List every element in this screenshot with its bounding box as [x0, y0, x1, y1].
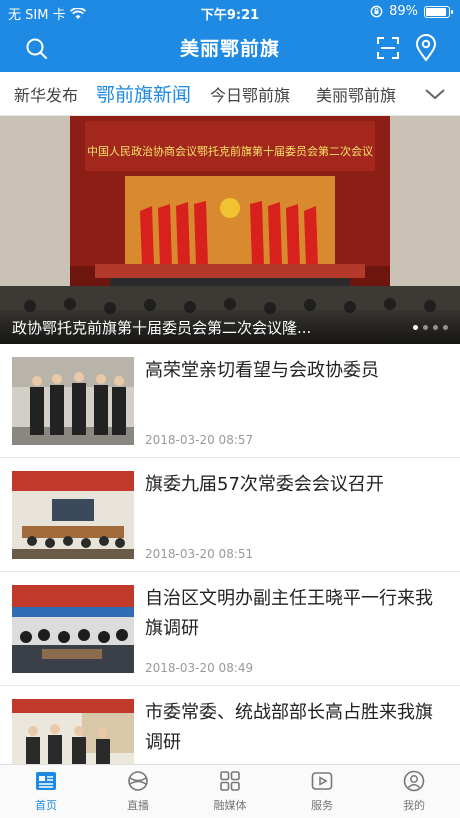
app-header: 美丽鄂前旗 — [0, 24, 460, 72]
news-item[interactable]: 自治区文明办副主任王晓平一行来我旗调研 2018-03-20 08:49 — [0, 572, 460, 686]
news-list: 高荣堂亲切看望与会政协委员 2018-03-20 08:57 旗委九届57次常委… — [0, 344, 460, 800]
carousel-dot — [413, 325, 418, 330]
news-thumbnail — [12, 585, 134, 673]
carousel-indicator — [413, 325, 448, 330]
news-title: 自治区文明办副主任王晓平一行来我旗调研 — [145, 588, 433, 639]
nav-label: 首页 — [35, 799, 57, 812]
tab-xinhua[interactable]: 新华发布 — [14, 82, 78, 106]
battery-percent: 89% — [389, 4, 418, 19]
grid-icon — [220, 771, 240, 791]
news-item[interactable]: 旗委九届57次常委会会议召开 2018-03-20 08:51 — [0, 458, 460, 572]
news-thumbnail — [12, 471, 134, 559]
orientation-lock-icon — [370, 5, 383, 18]
nav-label: 我的 — [403, 799, 425, 812]
news-title: 旗委九届57次常委会会议召开 — [145, 474, 384, 495]
top-bar: 无 SIM 卡 下午9:21 89% 美丽鄂前旗 — [0, 0, 460, 72]
nav-profile[interactable]: 我的 — [368, 769, 460, 813]
carousel-dot — [423, 325, 428, 330]
location-icon[interactable] — [414, 34, 438, 62]
battery-icon — [424, 5, 453, 18]
tab-today[interactable]: 今日鄂前旗 — [210, 82, 290, 106]
news-item[interactable]: 高荣堂亲切看望与会政协委员 2018-03-20 08:57 — [0, 344, 460, 458]
category-tabs: 新华发布 鄂前旗新闻 今日鄂前旗 美丽鄂前旗 — [0, 72, 460, 116]
news-title: 市委常委、统战部部长高占胜来我旗调研 — [145, 702, 433, 753]
live-icon — [128, 771, 148, 791]
bottom-nav: 首页 直播 融媒体 服务 我的 — [0, 764, 460, 818]
scan-icon[interactable] — [376, 36, 400, 60]
headline-banner[interactable]: 中国人民政治协商会议鄂托克前旗第十届委员会第二次会议 政协鄂托克前旗第十届委员会… — [0, 116, 460, 344]
nav-label: 直播 — [127, 799, 149, 812]
home-icon — [36, 772, 56, 790]
banner-caption: 政协鄂托克前旗第十届委员会第二次会议隆... — [12, 319, 312, 337]
tab-beautiful[interactable]: 美丽鄂前旗 — [316, 82, 396, 106]
news-date: 2018-03-20 08:49 — [145, 661, 254, 675]
nav-home[interactable]: 首页 — [0, 769, 92, 813]
news-thumbnail — [12, 357, 134, 445]
status-bar: 无 SIM 卡 下午9:21 89% — [0, 0, 460, 24]
nav-media[interactable]: 融媒体 — [184, 769, 276, 813]
chevron-down-icon[interactable] — [424, 86, 446, 102]
news-date: 2018-03-20 08:57 — [145, 433, 254, 447]
carousel-dot — [443, 325, 448, 330]
carousel-dot — [433, 325, 438, 330]
play-icon — [311, 772, 333, 790]
nav-label: 融媒体 — [213, 799, 247, 812]
news-date: 2018-03-20 08:51 — [145, 547, 254, 561]
nav-live[interactable]: 直播 — [92, 769, 184, 813]
news-title: 高荣堂亲切看望与会政协委员 — [145, 360, 379, 381]
nav-label: 服务 — [311, 799, 333, 812]
stage-banner-text: 中国人民政治协商会议鄂托克前旗第十届委员会第二次会议 — [87, 144, 373, 158]
nav-service[interactable]: 服务 — [276, 769, 368, 813]
user-icon — [403, 770, 425, 792]
tab-eqianqi-news[interactable]: 鄂前旗新闻 — [96, 80, 191, 107]
